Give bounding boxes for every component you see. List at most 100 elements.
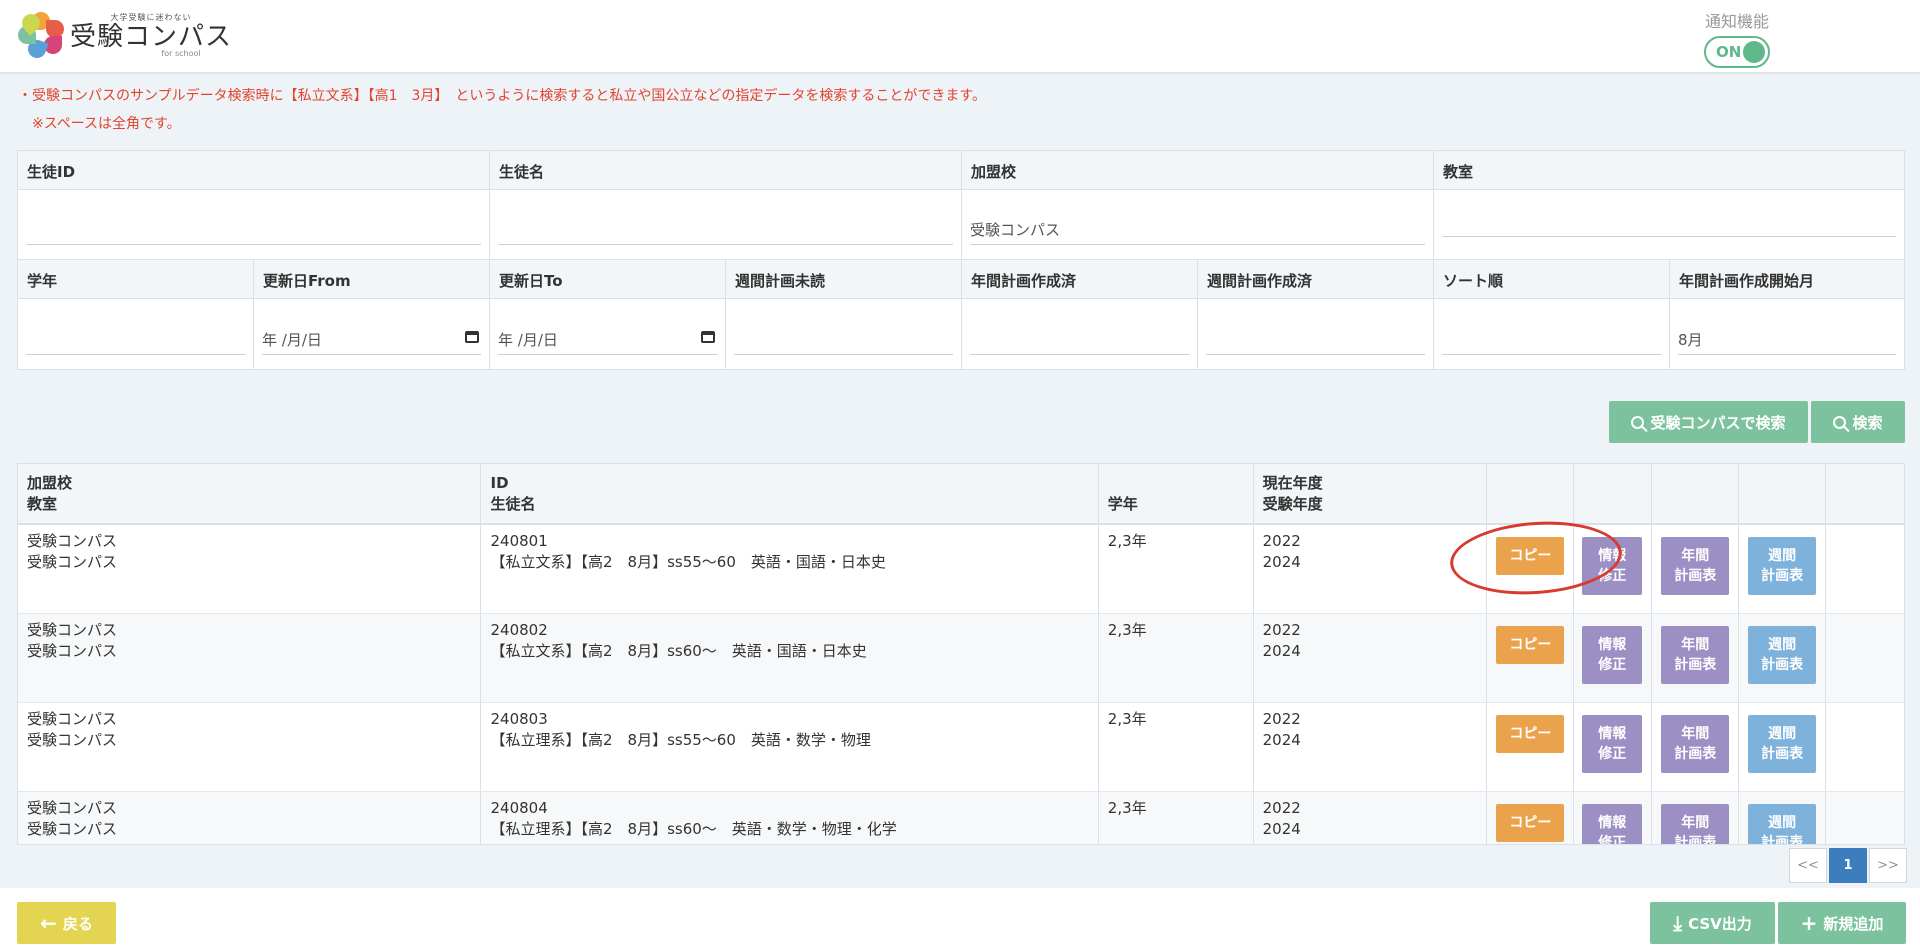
copy-button[interactable]: コピー (1496, 626, 1565, 664)
table-row: 受験コンパス 受験コンパス 240802 【私立文系】【高2 8月】ss60〜 英語… (18, 614, 1904, 703)
weekly-plan-button[interactable]: 週間 計画表 (1748, 804, 1817, 844)
app-logo[interactable]: 大学受験に迷わない 受験コンパス for school (18, 10, 233, 61)
plus-icon: + (1800, 911, 1818, 935)
weekly-unread-label: 週間計画未読 (726, 260, 962, 298)
row-id: 240804 (490, 799, 548, 817)
notice-line-1: ・受験コンパスのサンプルデータ検索時に【私立文系】【高1 3月】 というように検… (18, 88, 986, 104)
logo-sub: for school (161, 49, 201, 58)
table-header: 加盟校 教室 ID 生徒名 学年 現在年度 受験年度 (18, 464, 1904, 525)
toggle-state: ON (1716, 43, 1742, 61)
row-grade: 2,3年 (1107, 710, 1147, 728)
weekly-created-label: 週間計画作成済 (1198, 260, 1434, 298)
search-notice: ・受験コンパスのサンプルデータ検索時に【私立文系】【高1 3月】 というように検… (18, 82, 986, 138)
calendar-icon[interactable] (465, 331, 479, 343)
grade-select[interactable] (26, 321, 245, 355)
classroom-select[interactable] (1442, 203, 1896, 237)
row-exam-year: 2024 (1262, 820, 1301, 838)
calendar-icon[interactable] (701, 331, 715, 343)
annual-start-select[interactable]: 8月 (1678, 321, 1896, 355)
table-row: 受験コンパス 受験コンパス 240801 【私立文系】【高2 8月】ss55〜60 … (18, 525, 1904, 614)
compass-search-button[interactable]: 受験コンパスで検索 (1609, 401, 1808, 443)
annual-created-select[interactable] (970, 321, 1189, 355)
edit-info-button[interactable]: 情報 修正 (1582, 626, 1643, 684)
row-current-year: 2022 (1262, 621, 1301, 639)
download-icon: ⤓ (1673, 911, 1683, 935)
sort-label: ソート順 (1434, 260, 1670, 298)
row-exam-year: 2024 (1262, 731, 1301, 749)
search-label: 検索 (1852, 413, 1883, 432)
new-label: 新規追加 (1823, 914, 1884, 933)
updated-to-date[interactable]: 年 /月/日 (498, 321, 717, 355)
annual-plan-button[interactable]: 年間 計画表 (1661, 804, 1730, 844)
sort-select[interactable] (1442, 321, 1661, 355)
add-new-button[interactable]: + 新規追加 (1778, 902, 1906, 944)
copy-button[interactable]: コピー (1496, 804, 1565, 842)
page-prev-button[interactable]: << (1789, 848, 1827, 883)
annual-plan-button[interactable]: 年間 計画表 (1661, 537, 1730, 595)
back-button[interactable]: ← 戻る (17, 902, 116, 944)
table-row: 受験コンパス 受験コンパス 240803 【私立理系】【高2 8月】ss55〜60 … (18, 703, 1904, 792)
row-current-year: 2022 (1262, 532, 1301, 550)
edit-info-button[interactable]: 情報 修正 (1582, 715, 1643, 773)
copy-button[interactable]: コピー (1496, 715, 1565, 753)
row-school: 受験コンパス (27, 710, 118, 728)
row-grade: 2,3年 (1107, 621, 1147, 639)
student-name-label: 生徒名 (490, 151, 962, 189)
updated-from-label: 更新日From (254, 260, 490, 298)
toggle-knob (1743, 41, 1765, 63)
weekly-unread-select[interactable] (734, 321, 953, 355)
header-classroom: 教室 (27, 495, 58, 513)
school-label: 加盟校 (962, 151, 1434, 189)
app-header: 大学受験に迷わない 受験コンパス for school 通知機能 ON (0, 0, 1920, 72)
compass-logo-icon (18, 10, 64, 61)
annual-created-label: 年間計画作成済 (962, 260, 1198, 298)
annual-plan-button[interactable]: 年間 計画表 (1661, 626, 1730, 684)
compass-search-label: 受験コンパスで検索 (1650, 413, 1786, 432)
row-school: 受験コンパス (27, 799, 118, 817)
annual-start-label: 年間計画作成開始月 (1679, 272, 1815, 290)
csv-label: CSV出力 (1688, 914, 1752, 933)
row-student-name: 【私立理系】【高2 8月】ss60〜 英語・数学・物理・化学 (490, 820, 897, 838)
row-id: 240801 (490, 532, 548, 550)
results-table: 加盟校 教室 ID 生徒名 学年 現在年度 受験年度 受験コンパス 受験コンパス 240… (17, 463, 1905, 845)
weekly-plan-button[interactable]: 週間 計画表 (1748, 537, 1817, 595)
csv-export-button[interactable]: ⤓ CSV出力 (1650, 902, 1775, 944)
student-name-input[interactable] (498, 211, 953, 245)
row-student-name: 【私立文系】【高2 8月】ss55〜60 英語・国語・日本史 (490, 553, 886, 571)
row-classroom: 受験コンパス (27, 553, 118, 571)
updated-to-label: 更新日To (490, 260, 726, 298)
search-icon (1631, 415, 1645, 429)
row-id: 240802 (490, 621, 548, 639)
search-button[interactable]: 検索 (1811, 401, 1905, 443)
page-current-button[interactable]: 1 (1829, 848, 1867, 883)
page-next-button[interactable]: >> (1869, 848, 1907, 883)
school-select[interactable]: 受験コンパス (970, 211, 1425, 245)
row-student-name: 【私立理系】【高2 8月】ss55〜60 英語・数学・物理 (490, 731, 871, 749)
row-current-year: 2022 (1262, 710, 1301, 728)
notice-line-2: ※スペースは全角です。 (18, 116, 181, 132)
row-id: 240803 (490, 710, 548, 728)
updated-from-date[interactable]: 年 /月/日 (262, 321, 481, 355)
row-school: 受験コンパス (27, 532, 118, 550)
student-id-label: 生徒ID (18, 151, 490, 189)
annual-plan-button[interactable]: 年間 計画表 (1661, 715, 1730, 773)
date-placeholder: 年 /月/日 (498, 331, 558, 349)
row-classroom: 受験コンパス (27, 731, 118, 749)
notification-toggle[interactable]: ON (1704, 36, 1770, 68)
notification-label: 通知機能 (1704, 12, 1769, 31)
row-classroom: 受験コンパス (27, 820, 118, 838)
row-student-name: 【私立文系】【高2 8月】ss60〜 英語・国語・日本史 (490, 642, 867, 660)
row-exam-year: 2024 (1262, 553, 1301, 571)
weekly-created-select[interactable] (1206, 321, 1425, 355)
arrow-left-icon: ← (40, 911, 57, 935)
weekly-plan-button[interactable]: 週間 計画表 (1748, 626, 1817, 684)
row-classroom: 受験コンパス (27, 642, 118, 660)
date-placeholder: 年 /月/日 (262, 331, 322, 349)
student-id-input[interactable] (26, 211, 481, 245)
weekly-plan-button[interactable]: 週間 計画表 (1748, 715, 1817, 773)
logo-name: 受験コンパス (70, 22, 233, 52)
grade-label: 学年 (18, 260, 254, 298)
edit-info-button[interactable]: 情報 修正 (1582, 804, 1643, 844)
search-icon (1833, 415, 1847, 429)
row-grade: 2,3年 (1107, 532, 1147, 550)
